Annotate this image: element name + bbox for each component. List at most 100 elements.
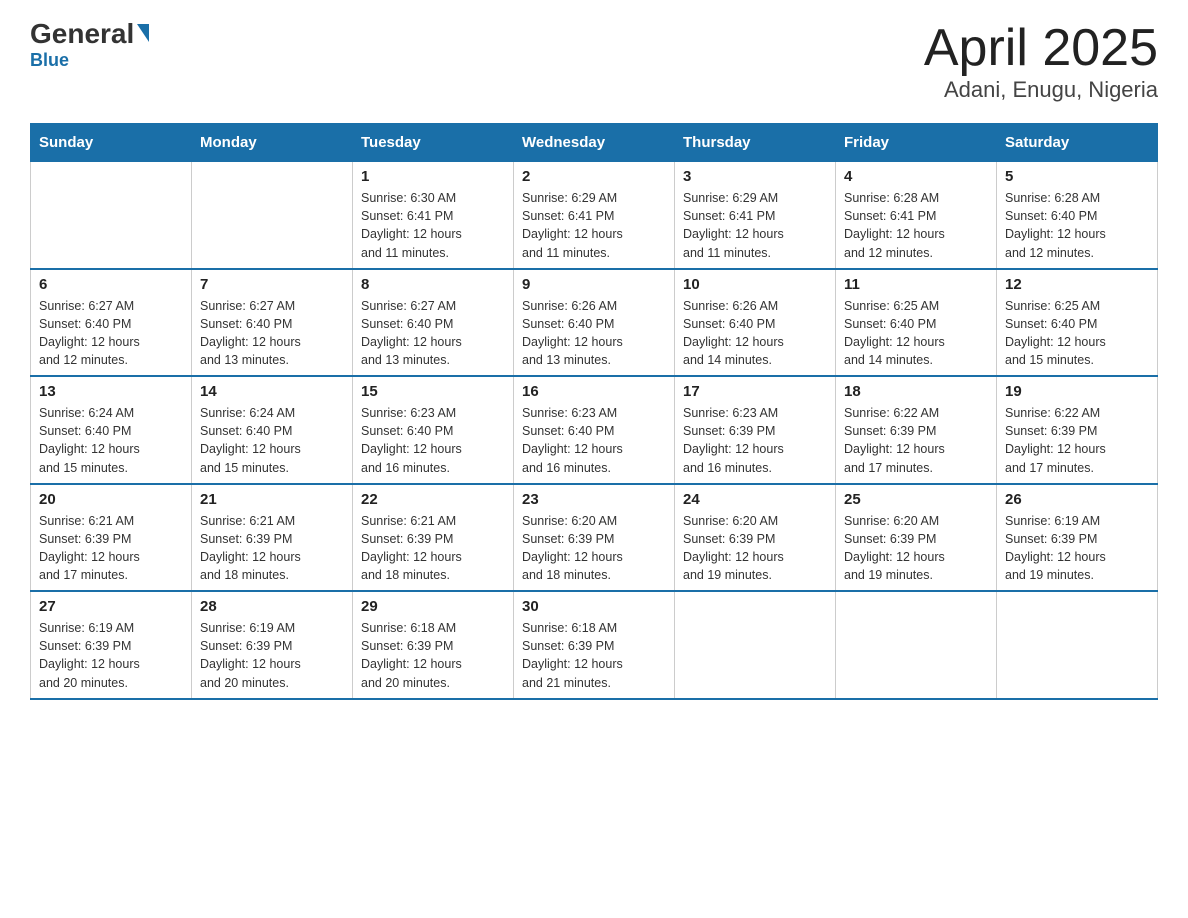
day-number: 3 [683,168,827,185]
calendar-cell: 23 Sunrise: 6:20 AM Sunset: 6:39 PM Dayli… [514,484,675,592]
calendar-cell: 20 Sunrise: 6:21 AM Sunset: 6:39 PM Dayli… [31,484,192,592]
day-number: 30 [522,598,666,615]
day-number: 18 [844,383,988,400]
day-info: Sunrise: 6:20 AM Sunset: 6:39 PM Dayligh… [683,512,827,585]
day-info: Sunrise: 6:21 AM Sunset: 6:39 PM Dayligh… [39,512,183,585]
calendar-cell [836,591,997,699]
calendar-cell: 25 Sunrise: 6:20 AM Sunset: 6:39 PM Dayli… [836,484,997,592]
day-number: 1 [361,168,505,185]
day-info: Sunrise: 6:29 AM Sunset: 6:41 PM Dayligh… [683,189,827,262]
calendar-cell: 18 Sunrise: 6:22 AM Sunset: 6:39 PM Dayli… [836,376,997,484]
header-thursday: Thursday [675,124,836,162]
calendar-cell [31,162,192,269]
day-number: 10 [683,276,827,293]
day-info: Sunrise: 6:27 AM Sunset: 6:40 PM Dayligh… [200,297,344,370]
header-friday: Friday [836,124,997,162]
calendar-cell [675,591,836,699]
day-info: Sunrise: 6:25 AM Sunset: 6:40 PM Dayligh… [844,297,988,370]
day-number: 24 [683,491,827,508]
calendar-week-row: 13 Sunrise: 6:24 AM Sunset: 6:40 PM Dayli… [31,376,1158,484]
day-info: Sunrise: 6:21 AM Sunset: 6:39 PM Dayligh… [361,512,505,585]
day-number: 15 [361,383,505,400]
calendar-title: April 2025 [924,20,1158,77]
day-number: 2 [522,168,666,185]
day-info: Sunrise: 6:19 AM Sunset: 6:39 PM Dayligh… [1005,512,1149,585]
day-number: 29 [361,598,505,615]
calendar-cell: 16Sunrise: 6:23 AM Sunset: 6:40 PM Dayli… [514,376,675,484]
day-number: 13 [39,383,183,400]
calendar-cell: 12Sunrise: 6:25 AM Sunset: 6:40 PM Dayli… [997,269,1158,377]
day-info: Sunrise: 6:27 AM Sunset: 6:40 PM Dayligh… [39,297,183,370]
calendar-cell: 29Sunrise: 6:18 AM Sunset: 6:39 PM Dayli… [353,591,514,699]
calendar-week-row: 1 Sunrise: 6:30 AM Sunset: 6:41 PM Daylig… [31,162,1158,269]
day-number: 27 [39,598,183,615]
day-info: Sunrise: 6:21 AM Sunset: 6:39 PM Dayligh… [200,512,344,585]
day-info: Sunrise: 6:27 AM Sunset: 6:40 PM Dayligh… [361,297,505,370]
header-monday: Monday [192,124,353,162]
day-number: 7 [200,276,344,293]
day-info: Sunrise: 6:22 AM Sunset: 6:39 PM Dayligh… [844,404,988,477]
page-header: General Blue April 2025 Adani, Enugu, Ni… [30,20,1158,103]
day-number: 23 [522,491,666,508]
calendar-cell: 22Sunrise: 6:21 AM Sunset: 6:39 PM Dayli… [353,484,514,592]
header-tuesday: Tuesday [353,124,514,162]
day-info: Sunrise: 6:24 AM Sunset: 6:40 PM Dayligh… [39,404,183,477]
logo-text: General [30,20,149,48]
day-info: Sunrise: 6:25 AM Sunset: 6:40 PM Dayligh… [1005,297,1149,370]
calendar-week-row: 6 Sunrise: 6:27 AM Sunset: 6:40 PM Daylig… [31,269,1158,377]
calendar-cell: 26 Sunrise: 6:19 AM Sunset: 6:39 PM Dayli… [997,484,1158,592]
calendar-cell: 3 Sunrise: 6:29 AM Sunset: 6:41 PM Daylig… [675,162,836,269]
day-number: 6 [39,276,183,293]
day-info: Sunrise: 6:28 AM Sunset: 6:40 PM Dayligh… [1005,189,1149,262]
day-info: Sunrise: 6:30 AM Sunset: 6:41 PM Dayligh… [361,189,505,262]
day-info: Sunrise: 6:23 AM Sunset: 6:39 PM Dayligh… [683,404,827,477]
day-info: Sunrise: 6:19 AM Sunset: 6:39 PM Dayligh… [200,619,344,692]
day-number: 16 [522,383,666,400]
calendar-subtitle: Adani, Enugu, Nigeria [924,77,1158,103]
calendar-cell: 14 Sunrise: 6:24 AM Sunset: 6:40 PM Dayli… [192,376,353,484]
header-wednesday: Wednesday [514,124,675,162]
calendar-cell: 17Sunrise: 6:23 AM Sunset: 6:39 PM Dayli… [675,376,836,484]
day-number: 25 [844,491,988,508]
calendar-cell: 5 Sunrise: 6:28 AM Sunset: 6:40 PM Daylig… [997,162,1158,269]
day-info: Sunrise: 6:24 AM Sunset: 6:40 PM Dayligh… [200,404,344,477]
day-info: Sunrise: 6:20 AM Sunset: 6:39 PM Dayligh… [522,512,666,585]
day-number: 20 [39,491,183,508]
calendar-cell: 2Sunrise: 6:29 AM Sunset: 6:41 PM Daylig… [514,162,675,269]
day-info: Sunrise: 6:23 AM Sunset: 6:40 PM Dayligh… [361,404,505,477]
title-block: April 2025 Adani, Enugu, Nigeria [924,20,1158,103]
calendar-cell: 11 Sunrise: 6:25 AM Sunset: 6:40 PM Dayli… [836,269,997,377]
day-info: Sunrise: 6:19 AM Sunset: 6:39 PM Dayligh… [39,619,183,692]
calendar-cell: 13 Sunrise: 6:24 AM Sunset: 6:40 PM Dayli… [31,376,192,484]
day-number: 19 [1005,383,1149,400]
day-info: Sunrise: 6:22 AM Sunset: 6:39 PM Dayligh… [1005,404,1149,477]
day-info: Sunrise: 6:26 AM Sunset: 6:40 PM Dayligh… [522,297,666,370]
calendar-cell: 10Sunrise: 6:26 AM Sunset: 6:40 PM Dayli… [675,269,836,377]
calendar-header-row: SundayMondayTuesdayWednesdayThursdayFrid… [31,124,1158,162]
day-number: 28 [200,598,344,615]
calendar-cell: 27 Sunrise: 6:19 AM Sunset: 6:39 PM Dayli… [31,591,192,699]
day-number: 9 [522,276,666,293]
calendar-cell: 8 Sunrise: 6:27 AM Sunset: 6:40 PM Daylig… [353,269,514,377]
calendar-week-row: 20 Sunrise: 6:21 AM Sunset: 6:39 PM Dayli… [31,484,1158,592]
calendar-cell: 30 Sunrise: 6:18 AM Sunset: 6:39 PM Dayli… [514,591,675,699]
day-number: 21 [200,491,344,508]
day-number: 4 [844,168,988,185]
day-number: 14 [200,383,344,400]
day-number: 26 [1005,491,1149,508]
day-info: Sunrise: 6:28 AM Sunset: 6:41 PM Dayligh… [844,189,988,262]
day-number: 8 [361,276,505,293]
day-number: 5 [1005,168,1149,185]
header-sunday: Sunday [31,124,192,162]
header-saturday: Saturday [997,124,1158,162]
logo-sub: Blue [30,50,69,71]
calendar-cell [192,162,353,269]
day-number: 11 [844,276,988,293]
day-info: Sunrise: 6:20 AM Sunset: 6:39 PM Dayligh… [844,512,988,585]
calendar-cell: 21 Sunrise: 6:21 AM Sunset: 6:39 PM Dayli… [192,484,353,592]
calendar-cell [997,591,1158,699]
day-info: Sunrise: 6:18 AM Sunset: 6:39 PM Dayligh… [522,619,666,692]
calendar-table: SundayMondayTuesdayWednesdayThursdayFrid… [30,123,1158,700]
calendar-cell: 15 Sunrise: 6:23 AM Sunset: 6:40 PM Dayli… [353,376,514,484]
calendar-cell: 6 Sunrise: 6:27 AM Sunset: 6:40 PM Daylig… [31,269,192,377]
